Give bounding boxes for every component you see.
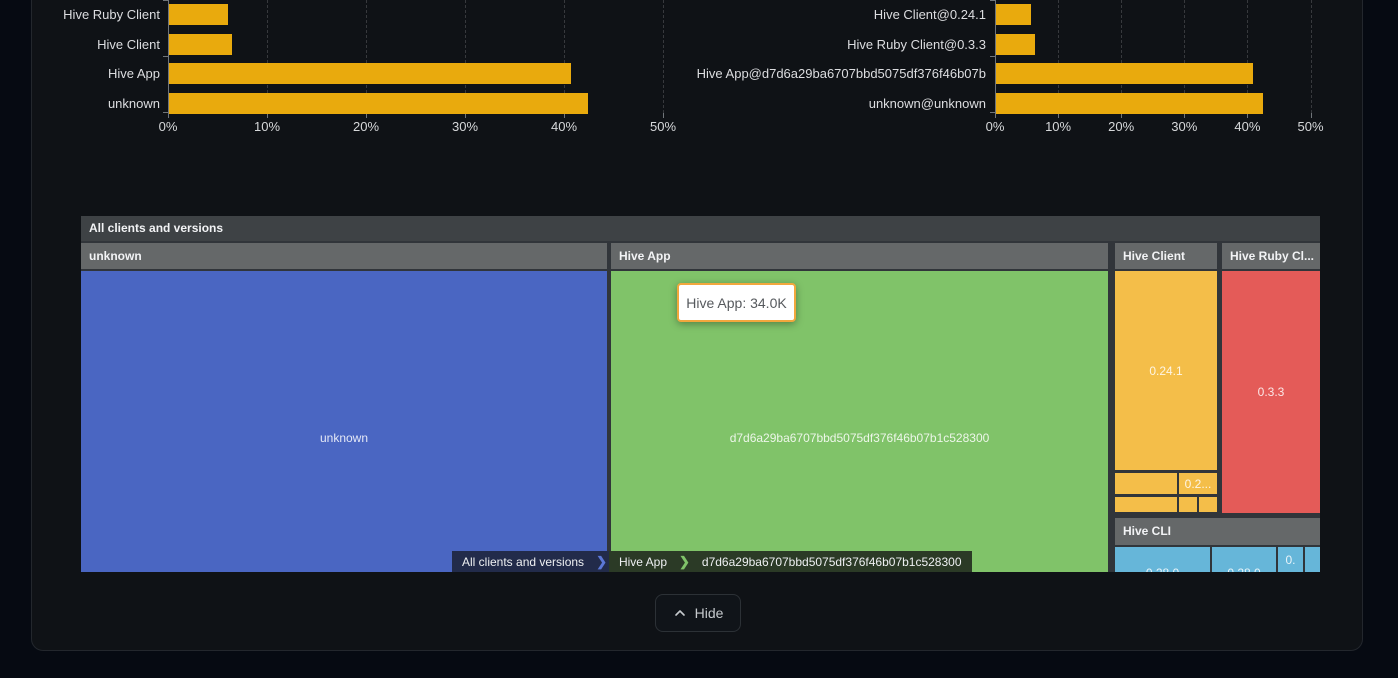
treemap-block-0.28.0[interactable]: 0.28.0 xyxy=(1115,547,1210,572)
category-label: Hive Ruby Client@0.3.3 xyxy=(686,34,986,55)
bar-hive-app[interactable] xyxy=(169,63,571,84)
clients-treemap: Hive App: 34.0K All clients and versions… xyxy=(81,216,1320,572)
category-tick xyxy=(163,112,168,113)
client-versions-bar-chart: 0%10%20%30%40%50%Hive Client@0.24.1Hive … xyxy=(699,0,1398,140)
axis-tick xyxy=(1311,113,1312,118)
axis-tick-label: 50% xyxy=(1297,119,1323,134)
category-label: Hive App@d7d6a29ba6707bbd5075df376f46b07… xyxy=(686,63,986,84)
bar-hive-app-d7d6a29ba6707bbd5075df376f46b07b[interactable] xyxy=(996,63,1253,84)
treemap-block-label: 0.3.3 xyxy=(1222,385,1320,399)
chevron-right-icon: ❯ xyxy=(677,551,692,572)
clients-bar-chart: 0% 10% 20% 30% 40% 50% Hive Ruby Client Hive Cl… xyxy=(0,0,699,140)
axis-tick-label: 40% xyxy=(551,119,577,134)
category-label: Hive Ruby Client xyxy=(0,4,160,25)
axis-tick-label: 20% xyxy=(353,119,379,134)
chevron-right-icon: ❯ xyxy=(594,551,609,572)
treemap-block-unlabeled[interactable] xyxy=(1115,473,1177,494)
treemap-block-label: 0. xyxy=(1278,553,1303,567)
chevron-up-icon xyxy=(673,606,687,620)
category-label: Hive App xyxy=(0,63,160,84)
axis-tick-label: 40% xyxy=(1234,119,1260,134)
gridline xyxy=(1311,0,1312,113)
treemap-block-label: 0.2... xyxy=(1179,477,1217,491)
gridline xyxy=(663,0,664,113)
hide-button-label: Hide xyxy=(695,605,724,621)
treemap-group-header-unknown[interactable]: unknown xyxy=(81,243,607,269)
treemap-block-label: 0.24.1 xyxy=(1115,364,1217,378)
treemap-block-label: d7d6a29ba6707bbd5075df376f46b07b1c528300 xyxy=(611,431,1108,445)
treemap-block-label: unknown xyxy=(81,431,607,445)
breadcrumb-item-version-hash[interactable]: d7d6a29ba6707bbd5075df376f46b07b1c528300 xyxy=(692,551,972,572)
axis-tick xyxy=(663,113,664,118)
treemap-block-unknown[interactable]: unknown xyxy=(81,271,607,572)
bar-unknown[interactable] xyxy=(169,93,588,114)
bar-hive-client[interactable] xyxy=(169,34,232,55)
category-tick xyxy=(990,56,995,57)
bar-hive-ruby-client-0.3.3[interactable] xyxy=(996,34,1035,55)
treemap-block-0.28.0[interactable]: 0.28.0 xyxy=(1212,547,1276,572)
treemap-block-label: 0.28.0 xyxy=(1212,566,1276,572)
treemap-block-0.24.1[interactable]: 0.24.1 xyxy=(1115,271,1217,470)
axis-tick-label: 30% xyxy=(452,119,478,134)
treemap-block-unlabeled[interactable] xyxy=(1199,497,1217,512)
treemap-block-unlabeled[interactable] xyxy=(1305,547,1320,572)
bar-hive-ruby-client[interactable] xyxy=(169,4,228,25)
axis-tick-label: 20% xyxy=(1108,119,1134,134)
bar-unknown-unknown[interactable] xyxy=(996,93,1263,114)
category-label: Hive Client xyxy=(0,34,160,55)
axis-tick-label: 30% xyxy=(1171,119,1197,134)
treemap-block-0.[interactable]: 0. xyxy=(1278,547,1303,572)
treemap-tooltip: Hive App: 34.0K xyxy=(677,283,796,322)
treemap-block-unlabeled[interactable] xyxy=(1179,497,1197,512)
category-tick xyxy=(163,0,168,1)
breadcrumb-item-hive-app[interactable]: Hive App xyxy=(609,551,677,572)
axis-tick-label: 50% xyxy=(650,119,676,134)
treemap-block-0.2...[interactable]: 0.2... xyxy=(1179,473,1217,494)
treemap-group-header-hive-ruby-cl...[interactable]: Hive Ruby Cl... xyxy=(1222,243,1320,269)
treemap-group-header-hive-client[interactable]: Hive Client xyxy=(1115,243,1217,269)
treemap-block-0.3.3[interactable]: 0.3.3 xyxy=(1222,271,1320,513)
treemap-group-header-hive-cli[interactable]: Hive CLI xyxy=(1115,518,1320,545)
treemap-group-header-hive-app[interactable]: Hive App xyxy=(611,243,1108,269)
axis-tick-label: 10% xyxy=(254,119,280,134)
treemap-block-unlabeled[interactable] xyxy=(1115,497,1177,512)
category-tick xyxy=(990,0,995,1)
axis-tick-label: 0% xyxy=(159,119,178,134)
treemap-root-header[interactable]: All clients and versions xyxy=(81,216,1320,241)
axis-tick-label: 10% xyxy=(1045,119,1071,134)
axis-tick-label: 0% xyxy=(986,119,1005,134)
bar-hive-client-0.24.1[interactable] xyxy=(996,4,1031,25)
category-label: unknown@unknown xyxy=(686,93,986,114)
category-label: Hive Client@0.24.1 xyxy=(686,4,986,25)
hide-button[interactable]: Hide xyxy=(655,594,741,632)
treemap-block-label: 0.28.0 xyxy=(1115,566,1210,572)
treemap-breadcrumb: All clients and versions ❯ Hive App ❯ d7… xyxy=(452,551,972,572)
category-tick xyxy=(990,112,995,113)
breadcrumb-item-root[interactable]: All clients and versions xyxy=(452,551,594,572)
category-label: unknown xyxy=(0,93,160,114)
category-tick xyxy=(163,56,168,57)
